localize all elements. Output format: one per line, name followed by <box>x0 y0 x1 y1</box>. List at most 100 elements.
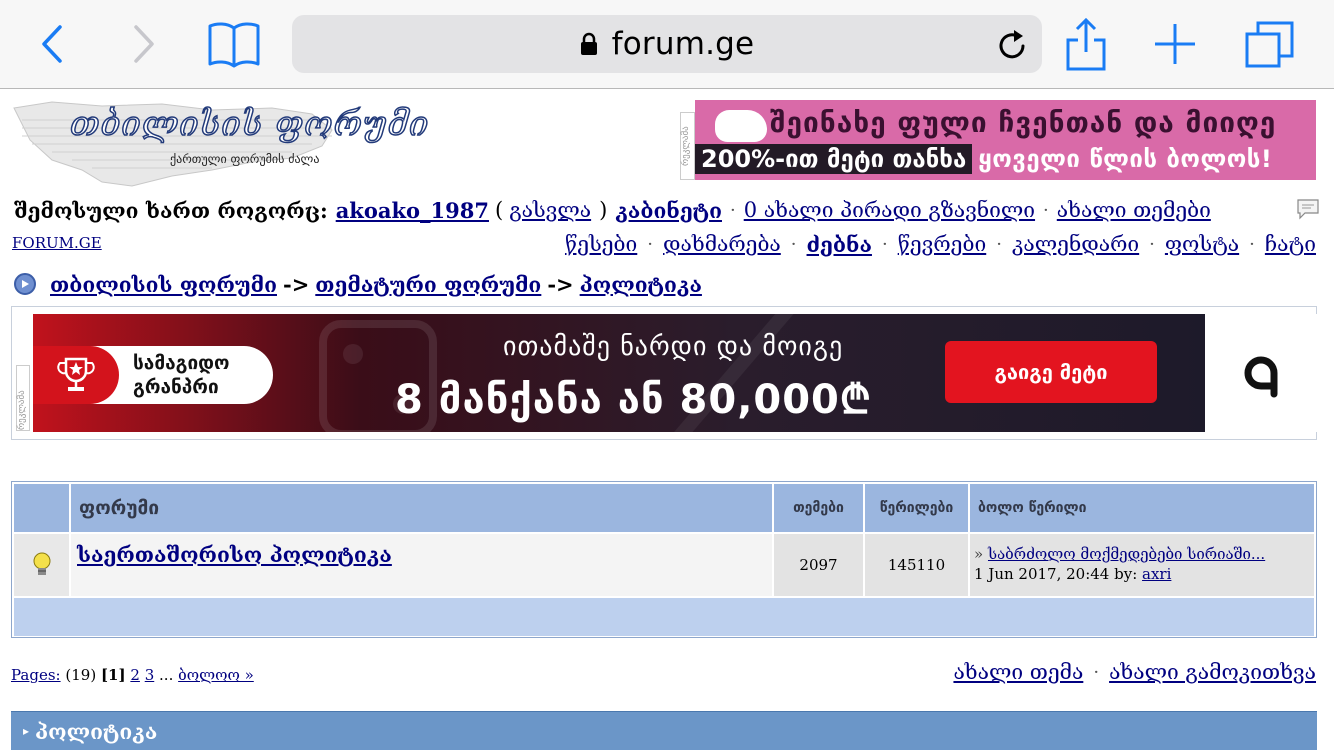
address-bar[interactable]: forum.ge <box>292 15 1042 73</box>
browser-toolbar: forum.ge <box>0 0 1334 89</box>
bookmarks-icon[interactable] <box>206 14 262 74</box>
separator: · <box>1043 199 1049 221</box>
ad-banner-container: რეკლამა სამაგიდო გრანპრი ითამაშე ნარდი დ… <box>11 306 1317 440</box>
header-forum: ფორუმი <box>71 484 772 532</box>
grand-prix-line2: გრანპრი <box>133 376 219 398</box>
separator: · <box>729 199 736 221</box>
new-tab-icon[interactable] <box>1152 14 1198 74</box>
new-poll-link[interactable]: ახალი გამოკითხვა <box>1109 660 1316 684</box>
grand-prix-line1: სამაგიდო <box>133 352 230 374</box>
separator: · <box>1249 233 1255 255</box>
trophy-icon <box>33 346 119 404</box>
table-footer <box>14 598 1314 636</box>
nav-chat[interactable]: ჩატი <box>1265 232 1316 256</box>
last-post-author[interactable]: axri <box>1142 565 1171 583</box>
username-link[interactable]: akoako_1987 <box>336 198 489 223</box>
breadcrumb-home[interactable]: თბილისის ფორუმი <box>50 272 277 297</box>
lock-icon <box>580 32 597 55</box>
page-link[interactable]: 2 <box>130 666 140 684</box>
ad-headline: ითამაშე ნარდი და მოიგე <box>503 332 844 362</box>
logged-in-label: შემოსული ხართ როგორც: <box>14 197 328 223</box>
posts-count: 145110 <box>865 534 968 596</box>
pages-count: (19) <box>65 666 97 684</box>
main-nav: წესები · დახმარება · ძებნა · წევრები · კ… <box>565 228 1316 260</box>
separator: · <box>996 233 1002 255</box>
grand-prix-text: სამაგიდო გრანპრი <box>133 351 230 399</box>
paren-close: ) <box>599 198 608 222</box>
nav-mail[interactable]: ფოსტა <box>1165 232 1239 256</box>
topic-actions: ახალი თემა · ახალი გამოკითხვა <box>953 660 1316 684</box>
nav-members[interactable]: წევრები <box>898 232 987 256</box>
ad-highlight: 200%-ით მეტი თანხა <box>695 144 973 174</box>
last-post-link[interactable]: საბრძოლო მოქმედებები სირიაში... <box>988 545 1265 563</box>
breadcrumb-bullet-icon <box>14 273 36 295</box>
ad-subline: 200%-ით მეტი თანხა ყოველი წლის ბოლოს! <box>695 144 1272 174</box>
cabinet-link[interactable]: კაბინეტი <box>615 198 722 223</box>
separator: · <box>647 233 653 255</box>
ad-label: რეკლამა <box>680 112 695 180</box>
last-page-link[interactable]: ბოლოო » <box>178 666 254 684</box>
logo-subtitle: ქართული ფორუმის ძალა <box>170 152 320 166</box>
paren-open: ( <box>494 198 504 222</box>
header-posts: წერილები <box>865 484 968 532</box>
pagination: Pages: (19) [1] 2 3 ... ბოლოო » <box>11 666 254 684</box>
topics-count: 2097 <box>774 534 863 596</box>
page-link[interactable]: 3 <box>145 666 155 684</box>
forum-status-icon <box>14 534 69 596</box>
last-post-marker: » <box>974 545 984 563</box>
learn-more-button[interactable]: გაიგე მეტი <box>945 341 1157 403</box>
share-icon[interactable] <box>1064 14 1108 74</box>
pages-ellipsis: ... <box>159 666 174 684</box>
forward-icon[interactable] <box>128 14 160 74</box>
breadcrumb-thematic[interactable]: თემატური ფორუმი <box>315 272 541 297</box>
ad-label: რეკლამა <box>16 365 30 431</box>
site-home-link[interactable]: FORUM.GE <box>12 234 102 252</box>
header-topics: თემები <box>774 484 863 532</box>
header-last-post: ბოლო წერილი <box>970 484 1314 532</box>
adjarabet-logo-icon[interactable] <box>1205 314 1317 432</box>
separator: · <box>1149 233 1155 255</box>
last-post-cell: » საბრძოლო მოქმედებები სირიაში... 1 Jun … <box>970 534 1314 596</box>
backgammon-ad[interactable]: სამაგიდო გრანპრი ითამაშე ნარდი და მოიგე … <box>33 314 1205 432</box>
url-text: forum.ge <box>611 26 755 62</box>
logo-title: თბილისის ფორუმი <box>69 103 430 145</box>
last-post-date: 1 Jun 2017, 20:44 by: <box>974 565 1138 583</box>
ad-background: შეინახე ფული ჩვენთან და მიიღე 200%-ით მე… <box>695 100 1316 180</box>
logout-link[interactable]: გასვლა <box>509 198 591 222</box>
separator: · <box>881 233 888 255</box>
top-ad-banner[interactable]: რეკლამა შეინახე ფული ჩვენთან და მიიღე 20… <box>680 100 1316 180</box>
user-bar: შემოსული ხართ როგორც: akoako_1987 ( გასვ… <box>14 194 1320 226</box>
section-marker-icon: ▸ <box>23 724 30 738</box>
section-header: ▸ პოლიტიკა <box>11 711 1317 750</box>
nav-calendar[interactable]: კალენდარი <box>1012 232 1139 256</box>
section-title: პოლიტიკა <box>35 718 158 744</box>
separator: · <box>1093 661 1100 683</box>
nav-rules[interactable]: წესები <box>565 232 637 256</box>
forum-link[interactable]: საერთაშორისო პოლიტიკა <box>77 542 392 567</box>
message-icon[interactable] <box>1296 197 1320 226</box>
site-logo[interactable]: თბილისის ფორუმი ქართული ფორუმის ძალა <box>12 100 429 190</box>
ad-headline: შეინახე ფული ჩვენთან და მიიღე <box>770 106 1277 139</box>
piggy-bank-icon <box>715 110 767 142</box>
breadcrumb: თბილისის ფორუმი -> თემატური ფორუმი -> პო… <box>14 268 702 300</box>
header-icon-cell <box>14 484 69 532</box>
nav-help[interactable]: დახმარება <box>663 232 781 256</box>
new-topics-link[interactable]: ახალი თემები <box>1057 198 1211 222</box>
breadcrumb-separator: -> <box>282 271 310 297</box>
tabs-icon[interactable] <box>1243 14 1297 74</box>
reload-icon[interactable] <box>998 27 1028 65</box>
breadcrumb-politics[interactable]: პოლიტიკა <box>580 272 702 297</box>
separator: · <box>790 233 797 255</box>
ad-prize: 8 მანქანა ან 80,000₾ <box>395 377 872 423</box>
pages-label[interactable]: Pages: <box>11 666 61 684</box>
current-page: [1] <box>100 666 126 684</box>
private-messages-link[interactable]: 0 ახალი პირადი გზავნილი <box>744 198 1035 222</box>
grand-prix-badge: სამაგიდო გრანპრი <box>33 346 273 404</box>
forum-table: ფორუმი თემები წერილები ბოლო წერილი საერთ… <box>11 481 1317 638</box>
nav-search[interactable]: ძებნა <box>807 232 872 257</box>
breadcrumb-separator: -> <box>547 271 574 297</box>
table-row: საერთაშორისო პოლიტიკა <box>71 534 772 596</box>
new-topic-link[interactable]: ახალი თემა <box>953 660 1083 684</box>
back-icon[interactable] <box>36 14 68 74</box>
ad-subline-rest: ყოველი წლის ბოლოს! <box>978 145 1273 173</box>
